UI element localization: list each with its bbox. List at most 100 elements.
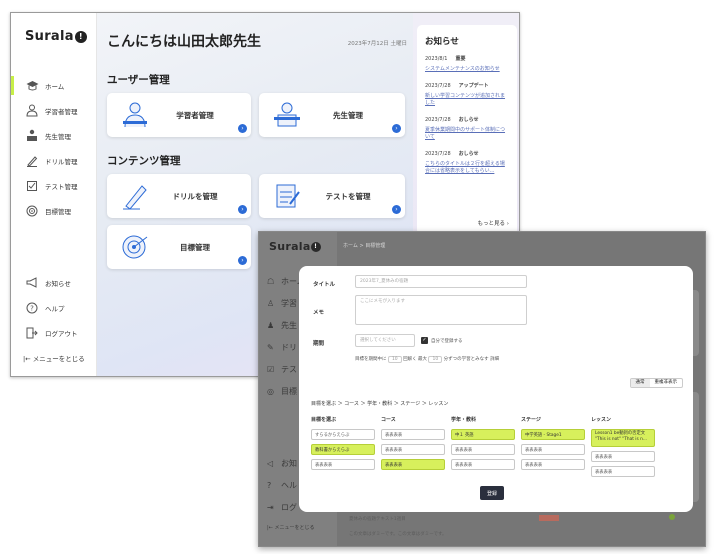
chevron-right-icon: › (238, 256, 247, 265)
news-category: アップデート (458, 82, 489, 89)
option-cell[interactable]: 表表表表 (381, 444, 445, 455)
news-item[interactable]: 2023/7/28 アップデート 新しい学習コンテンツが追加されました (425, 82, 509, 108)
news-link[interactable]: こちらのタイトルは２行を超える場合には省略表示をしてもらい... (425, 161, 509, 176)
student-icon (25, 104, 39, 118)
max-minutes-input[interactable]: 10 (428, 356, 443, 363)
content-management-heading: コンテンツ管理 (107, 155, 181, 167)
sidebar-item-notices[interactable]: お知らせ (11, 270, 97, 295)
help-icon: ? (267, 481, 272, 490)
chevron-right-icon: › (238, 124, 247, 133)
app-logo[interactable]: Surala! (25, 29, 87, 44)
toggle-normal[interactable]: 通常 (630, 379, 650, 387)
help-icon: ? (25, 301, 39, 315)
test-icon: ☑ (267, 365, 275, 374)
sidebar-item-tests[interactable]: テスト管理 (11, 173, 97, 198)
sidebar-item-help[interactable]: ? ヘル (267, 480, 297, 491)
target-illustration-icon (117, 232, 153, 262)
sidebar-item-label: お知らせ (45, 279, 71, 288)
grade-subject-column: 学年・教科 中１ 英語 表表表表 表表表表 (451, 416, 515, 474)
option-cell[interactable]: すらるからえらぶ (311, 429, 375, 440)
option-cell[interactable]: 表表表表 (451, 459, 515, 470)
news-panel: お知らせ 2023/8/1 重要 システムメンテナンスのお知らせ 2023/7/2… (417, 25, 517, 235)
sidebar-item-tests[interactable]: ☑ テス (267, 364, 297, 375)
news-item[interactable]: 2023/7/28 おしらせ 夏季休業期間中のサポート体制について (425, 116, 509, 142)
user-management-heading: ユーザー管理 (107, 74, 170, 86)
collapse-menu-button[interactable]: |← メニューをとじる (267, 524, 314, 531)
drill-management-tile[interactable]: ドリルを管理 › (107, 174, 251, 218)
sidebar-item-goals[interactable]: ◎ 目標 (267, 386, 297, 397)
sidebar-item-label: 先生管理 (45, 132, 71, 141)
test-management-tile[interactable]: テストを管理 › (259, 174, 405, 218)
tile-label: ドリルを管理 (172, 191, 218, 201)
option-cell[interactable]: 表表表表 (591, 451, 655, 462)
column-header: コース (381, 417, 396, 423)
sidebar-item-drills[interactable]: ドリル管理 (11, 148, 97, 173)
repeat-count-input[interactable]: 10 (387, 356, 402, 363)
more-news-link[interactable]: もっと見る › (478, 219, 509, 227)
option-cell[interactable]: 表表表表 (591, 466, 655, 477)
toggle-hide-duplicates[interactable]: 重複非表示 (650, 379, 683, 387)
sidebar-item-label: 学習者管理 (45, 107, 78, 116)
status-badge (539, 515, 559, 521)
news-item[interactable]: 2023/7/28 おしらせ こちらのタイトルは２行を超える場合には省略表示をして… (425, 150, 509, 176)
sidebar-item-drills[interactable]: ✎ ドリ (267, 342, 297, 353)
news-category: おしらせ (458, 150, 479, 157)
goal-management-tile[interactable]: 目標管理 › (107, 225, 251, 269)
news-link[interactable]: システムメンテナンスのお知らせ (425, 66, 509, 74)
news-link[interactable]: 夏季休業期間中のサポート体制について (425, 127, 509, 142)
collapse-menu-button[interactable]: |← メニューをとじる (11, 345, 97, 370)
goal-source-column: 目標を選ぶ すらるからえらぶ 教科書からえらぶ 表表表表 (311, 416, 375, 474)
chevron-right-icon: › (392, 205, 401, 214)
app-logo[interactable]: Surala! (269, 240, 321, 253)
sidebar-item-label: 目標管理 (45, 207, 71, 216)
graduation-cap-icon (25, 79, 39, 93)
option-cell-selected[interactable]: 中学英語 - Stage1 (521, 429, 585, 440)
news-item[interactable]: 2023/8/1 重要 システムメンテナンスのお知らせ (425, 55, 509, 74)
stage-column: ステージ 中学英語 - Stage1 表表表表 表表表表 (521, 416, 585, 474)
option-cell[interactable]: 表表表表 (521, 444, 585, 455)
news-date: 2023/7/28 (425, 82, 451, 89)
sidebar-item-learners[interactable]: ♙ 学習 (267, 298, 297, 309)
goal-registration-modal: タイトル 2023年7_夏休みの宿題 メモ ここにメモが入ります 期間 選択して… (299, 266, 693, 512)
teacher-management-tile[interactable]: 先生管理 › (259, 93, 405, 137)
register-button[interactable]: 登録 (480, 486, 504, 500)
sidebar-item-logout[interactable]: ログアウト (11, 320, 97, 345)
megaphone-icon (25, 276, 39, 290)
option-cell[interactable]: 表表表表 (381, 429, 445, 440)
news-date: 2023/7/28 (425, 116, 451, 123)
logout-icon: ⇥ (267, 503, 274, 512)
option-cell[interactable]: 表表表表 (521, 459, 585, 470)
option-cell-selected[interactable]: 教科書からえらぶ (311, 444, 375, 455)
period-select[interactable]: 選択してください (355, 334, 415, 347)
sidebar-item-logout[interactable]: ⇥ ログ (267, 502, 297, 513)
sidebar-item-teachers[interactable]: ♟ 先生 (267, 320, 297, 331)
student-icon: ♙ (267, 299, 275, 308)
learner-management-tile[interactable]: 学習者管理 › (107, 93, 251, 137)
sidebar-item-home[interactable]: ホーム (11, 73, 97, 98)
self-register-checkbox[interactable]: ✓ (421, 337, 428, 344)
chevron-right-icon: › (238, 205, 247, 214)
sidebar-item-notices[interactable]: ◁ お知 (267, 458, 297, 469)
sidebar-item-teachers[interactable]: 先生管理 (11, 123, 97, 148)
breadcrumb[interactable]: ホーム > 目標管理 (343, 242, 385, 249)
option-cell[interactable]: 表表表表 (451, 444, 515, 455)
sidebar-item-learners[interactable]: 学習者管理 (11, 98, 97, 123)
period-field-label: 期間 (313, 341, 325, 347)
sidebar-item-help[interactable]: ? ヘルプ (11, 295, 97, 320)
news-title: お知らせ (425, 37, 459, 47)
memo-field-label: メモ (313, 310, 325, 316)
megaphone-icon: ◁ (267, 459, 274, 468)
option-cell-selected[interactable]: 中１ 英語 (451, 429, 515, 440)
page-title: こんにちは山田太郎先生 (107, 34, 261, 50)
status-dot (669, 514, 675, 520)
tile-label: テストを管理 (325, 191, 371, 201)
title-input[interactable]: 2023年7_夏休みの宿題 (355, 275, 527, 288)
sidebar-item-goals[interactable]: 目標管理 (11, 198, 97, 223)
logout-icon (25, 326, 39, 340)
news-link[interactable]: 新しい学習コンテンツが追加されました (425, 93, 509, 108)
option-cell-selected[interactable]: Lesson1 be動詞の否定文 "This is not" "That is … (591, 429, 655, 447)
option-cell[interactable]: 表表表表 (311, 459, 375, 470)
option-cell-selected[interactable]: 表表表表 (381, 459, 445, 470)
goal-management-window: Surala! ☖ ホーム ♙ 学習 ♟ 先生 ✎ ドリ ☑ テス ◎ 目標 ◁ お知 ? ヘル… (258, 231, 706, 547)
memo-textarea[interactable]: ここにメモが入ります (355, 295, 527, 325)
